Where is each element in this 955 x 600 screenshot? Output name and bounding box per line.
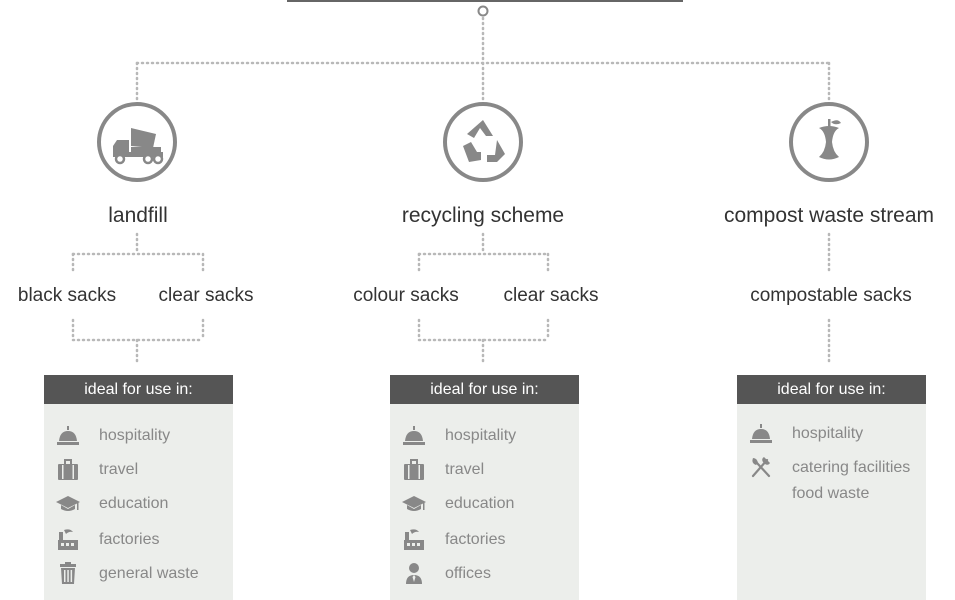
item-label: hospitality [445,427,517,444]
factory-icon [404,529,424,550]
landfill-heading: landfill [108,204,168,227]
item-label: education [445,495,515,512]
sack-label: colour sacks [353,285,459,306]
item-label: hospitality [99,427,171,444]
graduation-cap-icon [56,496,80,511]
item-label: hospitality [792,425,864,442]
landfill-usage-card: ideal for use in: hospitality travel edu… [44,375,233,600]
service-bell-icon [57,426,79,445]
item-label: catering facilities food waste [792,459,911,502]
card-header: ideal for use in: [737,375,926,404]
factory-icon [58,529,78,550]
recycling-heading: recycling scheme [401,204,565,227]
dump-truck-icon [97,102,177,182]
item-label: factories [445,531,506,548]
item-label: travel [445,461,485,478]
recycling-usage-card: ideal for use in: hospitality travel edu… [390,375,579,600]
office-worker-icon [406,563,422,584]
sack-label: clear sacks [503,285,599,306]
sack-label: compostable sacks [750,285,912,306]
trash-bin-icon [60,562,76,584]
suitcase-icon [58,459,78,480]
recycle-icon [443,102,523,182]
suitcase-icon [404,459,424,480]
apple-core-icon [789,102,869,182]
fork-knife-icon [751,457,771,478]
item-label: education [99,495,169,512]
card-header: ideal for use in: [44,375,233,404]
sack-label: clear sacks [158,285,254,306]
item-label: factories [99,531,160,548]
service-bell-icon [750,424,772,443]
compost-heading: compost waste stream [723,204,935,227]
service-bell-icon [403,426,425,445]
item-label: travel [99,461,139,478]
sack-label: black sacks [17,285,117,306]
root-node [477,5,489,17]
item-label: general waste [99,565,199,582]
card-header: ideal for use in: [390,375,579,404]
graduation-cap-icon [402,496,426,511]
compost-usage-card: ideal for use in: hospitality catering f… [737,375,926,600]
item-label: offices [445,565,491,582]
